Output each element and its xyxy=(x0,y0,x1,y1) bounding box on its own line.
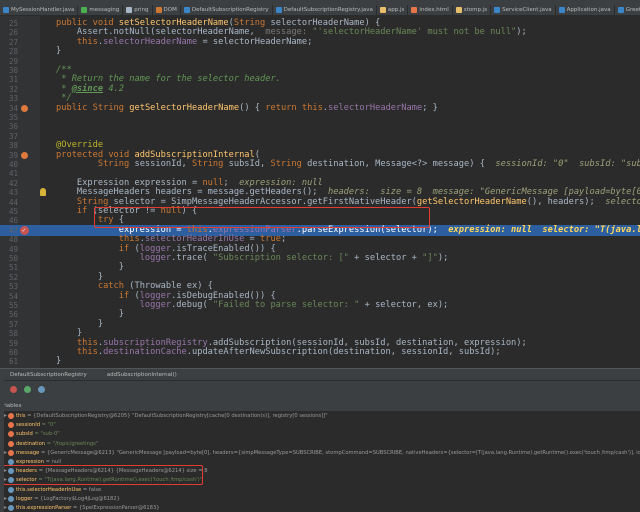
file-type-icon xyxy=(558,7,565,13)
editor-tab[interactable]: DefaultSubscriptionRegistry xyxy=(181,5,273,15)
tab-label: messaging xyxy=(89,6,120,13)
variable-type-icon xyxy=(8,459,14,465)
variable-type-icon xyxy=(8,431,14,438)
breadcrumb: DefaultSubscriptionRegistry addSubscript… xyxy=(0,368,640,380)
lightbulb-icon[interactable] xyxy=(40,188,46,197)
variable-name: this.selectorHeaderInUse xyxy=(16,486,82,493)
file-type-icon xyxy=(275,7,282,13)
file-type-icon xyxy=(126,7,133,13)
debug-side-strip xyxy=(0,380,4,512)
editor-tab[interactable]: messaging xyxy=(78,5,124,15)
tab-label: DefaultSubscriptionRegistry.java xyxy=(283,6,373,13)
highlight-box-selector-var xyxy=(3,465,203,486)
editor-tab[interactable]: Application.java xyxy=(556,5,615,15)
file-type-icon xyxy=(379,7,386,13)
code-editor[interactable]: 25 public void setSelectorHeaderName(Stri… xyxy=(0,16,640,368)
editor-tab[interactable]: DefaultSubscriptionRegistry.java xyxy=(273,5,377,15)
variable-name: subsId xyxy=(16,431,33,438)
tab-label: ServiceClient.java xyxy=(502,6,552,13)
resume-icon[interactable] xyxy=(24,386,31,393)
override-marker-icon[interactable] xyxy=(21,104,28,112)
variable-type-icon xyxy=(8,413,14,419)
editor-tab[interactable]: stomp.js xyxy=(453,5,492,15)
editor-tab[interactable]: MySessionHandler.java xyxy=(0,5,79,15)
variable-type-icon xyxy=(8,422,14,429)
tab-label: pring xyxy=(134,6,149,13)
variable-value: = {LogFactory$Log4jLog@6182} xyxy=(32,495,120,502)
variable-type-icon xyxy=(8,505,14,511)
file-type-icon xyxy=(183,7,190,13)
variable-value: = {GenericMessage@6213} "GenericMessage … xyxy=(40,449,640,456)
variable-type-icon xyxy=(8,486,14,493)
editor-tab[interactable]: Greeting.java xyxy=(615,5,640,15)
step-over-icon[interactable] xyxy=(38,386,45,393)
stop-icon[interactable] xyxy=(10,386,17,393)
variable-name: sessionId xyxy=(16,422,41,429)
debug-toolbar xyxy=(0,380,640,402)
variable-name: message xyxy=(16,449,40,456)
tab-label: DOM xyxy=(163,6,177,13)
breadcrumb-class[interactable]: DefaultSubscriptionRegistry xyxy=(10,372,87,378)
variable-value: = null xyxy=(43,459,62,465)
editor-tab[interactable]: index.html xyxy=(408,5,453,15)
tab-label: app.js xyxy=(387,6,405,13)
variables-panel-title: riables xyxy=(0,402,640,411)
editor-tabs: MySessionHandler.java messaging pring DOM De… xyxy=(0,5,640,16)
editor-tab[interactable]: pring xyxy=(123,5,153,15)
variable-name: destination xyxy=(16,440,46,447)
editor-tab[interactable]: app.js xyxy=(377,5,409,15)
tab-label: Application.java xyxy=(566,6,611,13)
variable-value: = "0" xyxy=(40,422,56,429)
highlight-box-try-line xyxy=(94,207,430,228)
variable-value: = {SpelExpressionParser@6183} xyxy=(71,505,160,511)
line-number: 61 xyxy=(8,357,18,367)
variable-type-icon xyxy=(8,495,14,502)
variable-value: = "sub-0" xyxy=(32,431,60,438)
file-type-icon xyxy=(155,7,162,13)
tab-label: MySessionHandler.java xyxy=(11,6,75,13)
variable-name: this.expressionParser xyxy=(16,505,72,511)
expand-arrow-icon[interactable]: ▸ xyxy=(4,503,7,512)
breadcrumb-method[interactable]: addSubscriptionInternal() xyxy=(107,372,177,378)
variable-name: expression xyxy=(16,459,44,465)
variable-text: this.expressionParser = {SpelExpressionP… xyxy=(16,503,160,512)
variable-value: = false xyxy=(81,486,102,493)
tab-label: stomp.js xyxy=(463,6,488,13)
tab-label: index.html xyxy=(419,6,449,13)
file-type-icon xyxy=(3,7,9,13)
variable-name: logger xyxy=(16,495,33,502)
variable-type-icon xyxy=(8,449,14,456)
file-type-icon xyxy=(617,7,624,13)
variable-row[interactable]: ▸ this.expressionParser = {SpelExpression… xyxy=(0,503,640,512)
file-type-icon xyxy=(494,7,501,13)
file-type-icon xyxy=(455,7,462,13)
editor-tab[interactable]: ServiceClient.java xyxy=(491,5,556,15)
variables-panel[interactable]: ▸ this = {DefaultSubscriptionRegistry@620… xyxy=(0,411,640,512)
editor-tab[interactable]: DOM xyxy=(153,5,181,15)
variable-value: = {DefaultSubscriptionRegistry@6205} "De… xyxy=(25,413,328,419)
variable-type-icon xyxy=(8,440,14,447)
code-text: } xyxy=(56,356,62,367)
file-type-icon xyxy=(411,7,418,13)
tab-label: DefaultSubscriptionRegistry xyxy=(191,6,269,13)
code-line[interactable]: 61} xyxy=(0,356,640,367)
file-type-icon xyxy=(81,7,88,13)
tab-label: Greeting.java xyxy=(625,6,640,13)
variable-value: = "/topic/greetings" xyxy=(45,440,99,447)
override-marker-icon[interactable] xyxy=(21,151,28,159)
